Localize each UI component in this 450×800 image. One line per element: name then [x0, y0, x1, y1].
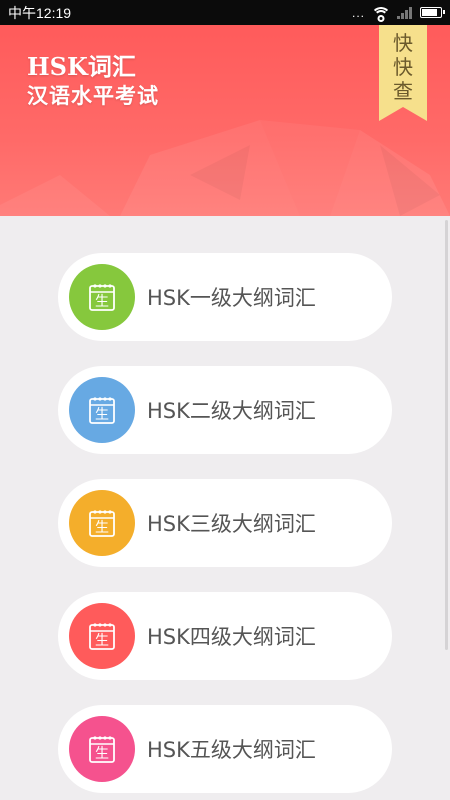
- level-label: HSK三级大纲词汇: [147, 512, 316, 536]
- scrollbar[interactable]: [445, 220, 448, 650]
- ribbon-char-1: 快: [393, 31, 413, 55]
- status-icons: ...: [351, 5, 445, 22]
- level-item-5[interactable]: 生 HSK五级大纲词汇: [58, 705, 392, 793]
- wifi-icon: [371, 6, 391, 22]
- calendar-icon: 生: [69, 716, 135, 782]
- app-title: HSK词汇: [27, 52, 136, 81]
- battery-icon: [420, 7, 445, 18]
- level-item-4[interactable]: 生 HSK四级大纲词汇: [58, 592, 392, 680]
- svg-text:生: 生: [95, 746, 109, 762]
- status-time: 中午12:19: [8, 4, 72, 21]
- svg-text:生: 生: [95, 520, 109, 536]
- calendar-icon: 生: [69, 603, 135, 669]
- calendar-icon: 生: [69, 264, 135, 330]
- svg-text:生: 生: [95, 407, 109, 423]
- quick-search-ribbon[interactable]: 快 快 查: [379, 25, 427, 121]
- level-item-3[interactable]: 生 HSK三级大纲词汇: [58, 479, 392, 567]
- calendar-icon: 生: [69, 377, 135, 443]
- level-label: HSK一级大纲词汇: [147, 286, 316, 310]
- ribbon-char-3: 查: [393, 79, 413, 103]
- calendar-icon: 生: [69, 490, 135, 556]
- level-item-2[interactable]: 生 HSK二级大纲词汇: [58, 366, 392, 454]
- svg-text:生: 生: [95, 633, 109, 649]
- app-header: HSK词汇 汉语水平考试 快 快 查: [0, 25, 450, 216]
- level-label: HSK二级大纲词汇: [147, 399, 316, 423]
- signal-icon: [397, 6, 412, 19]
- more-dots: ...: [351, 5, 365, 20]
- level-label: HSK五级大纲词汇: [147, 738, 316, 762]
- status-bar: 中午12:19 ...: [0, 0, 450, 25]
- app-subtitle: 汉语水平考试: [27, 83, 159, 108]
- level-item-1[interactable]: 生 HSK一级大纲词汇: [58, 253, 392, 341]
- ribbon-char-2: 快: [393, 55, 413, 79]
- svg-text:生: 生: [95, 294, 109, 310]
- level-label: HSK四级大纲词汇: [147, 625, 316, 649]
